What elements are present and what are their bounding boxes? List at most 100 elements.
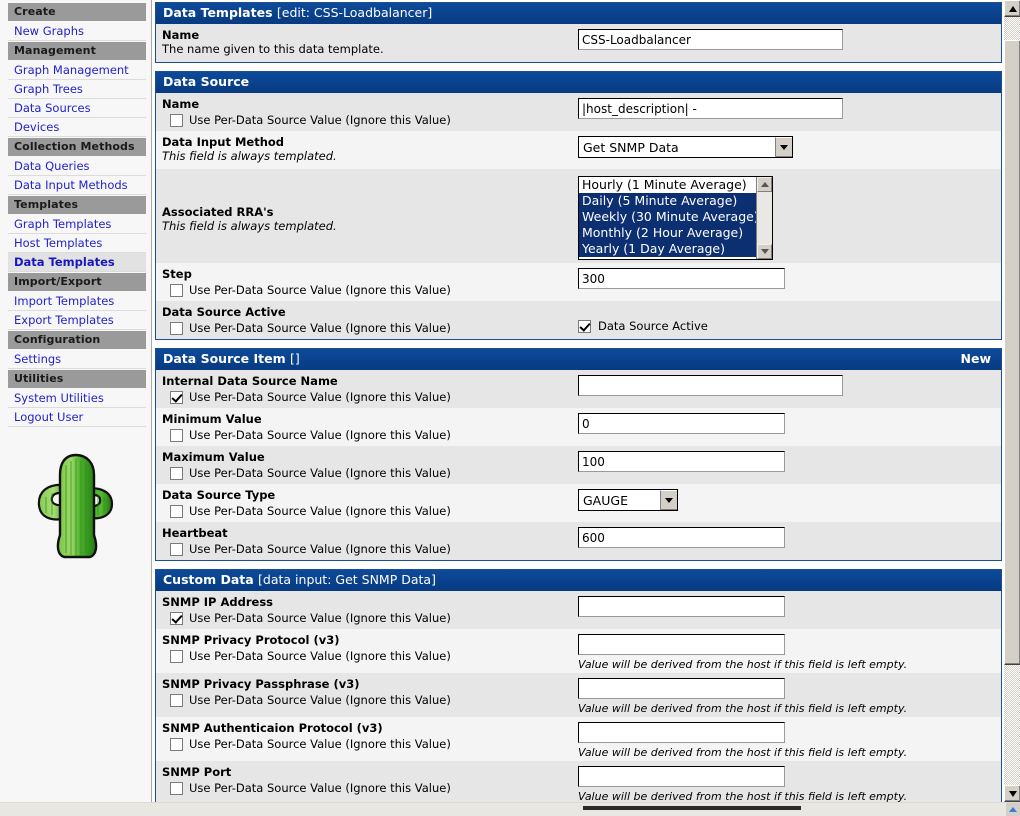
scroll-up-button[interactable]	[1004, 0, 1020, 17]
data-source-type-value: GAUGE	[583, 493, 628, 508]
scroll-down-icon[interactable]	[757, 244, 772, 259]
panel-custom-data: Custom Data [data input: Get SNMP Data] …	[155, 569, 1002, 802]
field-row-custom-data: SNMP IP Address Use Per-Data Source Value…	[156, 591, 1001, 629]
checkbox-dsi-per-source[interactable]	[170, 390, 183, 404]
chevron-down-icon[interactable]	[660, 490, 677, 510]
dsi-text-input[interactable]	[578, 375, 843, 396]
rra-option[interactable]: Hourly (1 Minute Average)	[579, 177, 756, 193]
sidebar-item-host-templates[interactable]: Host Templates	[8, 234, 146, 253]
label-dsi: Internal Data Source Name	[162, 374, 338, 388]
horizontal-scroll-track[interactable]	[0, 802, 1006, 816]
label-dsi: Minimum Value	[162, 412, 262, 426]
associated-rras-scrollbar[interactable]	[756, 177, 772, 259]
custom-data-hint: Value will be derived from the host if t…	[578, 702, 908, 715]
horizontal-scroll-thumb[interactable]	[583, 805, 801, 810]
data-source-type-select[interactable]: GAUGE	[578, 489, 678, 511]
custom-data-input[interactable]	[578, 678, 785, 699]
custom-data-hint: Value will be derived from the host if t…	[578, 790, 908, 802]
checkbox-dsi-per-source[interactable]	[170, 466, 183, 480]
checkbox-label-custom-data: Use Per-Data Source Value (Ignore this V…	[189, 693, 451, 707]
checkbox-custom-data-per-source[interactable]	[170, 611, 183, 625]
checkbox-ds-active-per-source[interactable]	[170, 321, 183, 335]
dsi-text-input[interactable]	[578, 451, 785, 472]
new-data-source-item-link[interactable]: New	[961, 352, 994, 366]
sidebar-item-data-sources[interactable]: Data Sources	[8, 99, 146, 118]
sidebar-item-new-graphs[interactable]: New Graphs	[8, 22, 146, 41]
scroll-up-icon[interactable]	[757, 177, 772, 192]
sidebar-item-graph-templates[interactable]: Graph Templates	[8, 215, 146, 234]
panel-data-source-item: Data Source Item [] New Internal Data So…	[155, 348, 1002, 561]
sidebar-menu: Create New Graphs Management Graph Manageme…	[0, 3, 151, 427]
sidebar-section-header: Utilities	[8, 370, 146, 388]
checkbox-step-per-source[interactable]	[170, 283, 183, 297]
associated-rras-listbox[interactable]: Hourly (1 Minute Average) Daily (5 Minute…	[578, 176, 773, 260]
horizontal-scrollbar[interactable]	[0, 802, 1020, 816]
chevron-down-icon[interactable]	[775, 137, 792, 157]
rra-option[interactable]: Daily (5 Minute Average)	[579, 193, 756, 209]
checkbox-dsi-per-source[interactable]	[170, 504, 183, 518]
scroll-down-button[interactable]	[1004, 785, 1020, 802]
checkbox-label-ds-active: Use Per-Data Source Value (Ignore this V…	[189, 321, 451, 335]
sidebar-item-devices[interactable]: Devices	[8, 118, 146, 137]
sidebar-item-system-utilities[interactable]: System Utilities	[8, 389, 146, 408]
dsi-text-input[interactable]	[578, 413, 785, 434]
dsi-text-input[interactable]	[578, 527, 785, 548]
sidebar-navigation: Create New Graphs Management Graph Manageme…	[0, 0, 152, 802]
vertical-scroll-thumb[interactable]	[1004, 40, 1020, 665]
sidebar-item-settings[interactable]: Settings	[8, 350, 146, 369]
panel-header-custom-data: Custom Data [data input: Get SNMP Data]	[156, 570, 1001, 591]
desc-template-name: The name given to this data template.	[162, 42, 384, 56]
checkbox-ds-name-per-source[interactable]	[170, 113, 183, 127]
checkbox-label-custom-data: Use Per-Data Source Value (Ignore this V…	[189, 649, 451, 663]
field-row-data-input-method: Data Input Method This field is always t…	[156, 131, 1001, 169]
vertical-scrollbar[interactable]	[1003, 0, 1020, 802]
sidebar-item-logout-user[interactable]: Logout User	[8, 408, 146, 427]
checkbox-data-source-active[interactable]	[578, 319, 591, 333]
template-name-input[interactable]	[578, 29, 843, 50]
desc-associated-rras: This field is always templated.	[162, 219, 337, 233]
panel-subtitle-data-templates: [edit: CSS-Loadbalancer]	[276, 5, 433, 20]
sidebar-inner: Create New Graphs Management Graph Manageme…	[0, 0, 151, 573]
rra-option[interactable]: Yearly (1 Day Average)	[579, 241, 756, 257]
data-input-method-select[interactable]: Get SNMP Data	[578, 136, 793, 158]
checkbox-custom-data-per-source[interactable]	[170, 737, 183, 751]
scroll-track[interactable]	[757, 192, 772, 244]
rra-option[interactable]: Monthly (2 Hour Average)	[579, 225, 756, 241]
custom-data-input[interactable]	[578, 596, 785, 617]
label-template-name: Name	[162, 28, 200, 42]
sidebar-section-header: Create	[8, 3, 146, 21]
rra-option[interactable]: Weekly (30 Minute Average)	[579, 209, 756, 225]
label-custom-data: SNMP Port	[162, 765, 232, 779]
ds-name-input[interactable]	[578, 98, 843, 119]
sidebar-item-data-templates[interactable]: Data Templates	[8, 253, 146, 272]
field-row-step: Step Use Per-Data Source Value (Ignore t…	[156, 263, 1001, 301]
checkbox-label-dsi: Use Per-Data Source Value (Ignore this V…	[189, 390, 451, 404]
checkbox-custom-data-per-source[interactable]	[170, 649, 183, 663]
checkbox-custom-data-per-source[interactable]	[170, 781, 183, 795]
cacti-logo-container	[0, 449, 151, 573]
sidebar-item-data-input-methods[interactable]: Data Input Methods	[8, 176, 146, 195]
checkbox-label-dsi: Use Per-Data Source Value (Ignore this V…	[189, 428, 451, 442]
checkbox-dsi-per-source[interactable]	[170, 542, 183, 556]
sidebar-item-export-templates[interactable]: Export Templates	[8, 311, 146, 330]
sidebar-item-graph-trees[interactable]: Graph Trees	[8, 80, 146, 99]
field-row-dsi: Heartbeat Use Per-Data Source Value (Igno…	[156, 522, 1001, 560]
app-body: Create New Graphs Management Graph Manageme…	[0, 0, 1020, 802]
label-data-input-method: Data Input Method	[162, 135, 285, 149]
custom-data-input[interactable]	[578, 766, 785, 787]
panel-subtitle-data-source-item: []	[289, 351, 300, 366]
sidebar-item-import-templates[interactable]: Import Templates	[8, 292, 146, 311]
custom-data-input[interactable]	[578, 722, 785, 743]
checkbox-dsi-per-source[interactable]	[170, 428, 183, 442]
step-input[interactable]	[578, 268, 785, 289]
sidebar-item-data-queries[interactable]: Data Queries	[8, 157, 146, 176]
checkbox-label-custom-data: Use Per-Data Source Value (Ignore this V…	[189, 737, 451, 751]
custom-data-input[interactable]	[578, 634, 785, 655]
field-row-dsi: Minimum Value Use Per-Data Source Value (…	[156, 408, 1001, 446]
main-content: Data Templates [edit: CSS-Loadbalancer] …	[152, 0, 1020, 802]
associated-rras-options[interactable]: Hourly (1 Minute Average) Daily (5 Minute…	[579, 177, 756, 259]
checkbox-custom-data-per-source[interactable]	[170, 693, 183, 707]
label-associated-rras: Associated RRA's	[162, 205, 274, 219]
panel-header-data-templates: Data Templates [edit: CSS-Loadbalancer]	[156, 3, 1001, 24]
sidebar-item-graph-management[interactable]: Graph Management	[8, 61, 146, 80]
